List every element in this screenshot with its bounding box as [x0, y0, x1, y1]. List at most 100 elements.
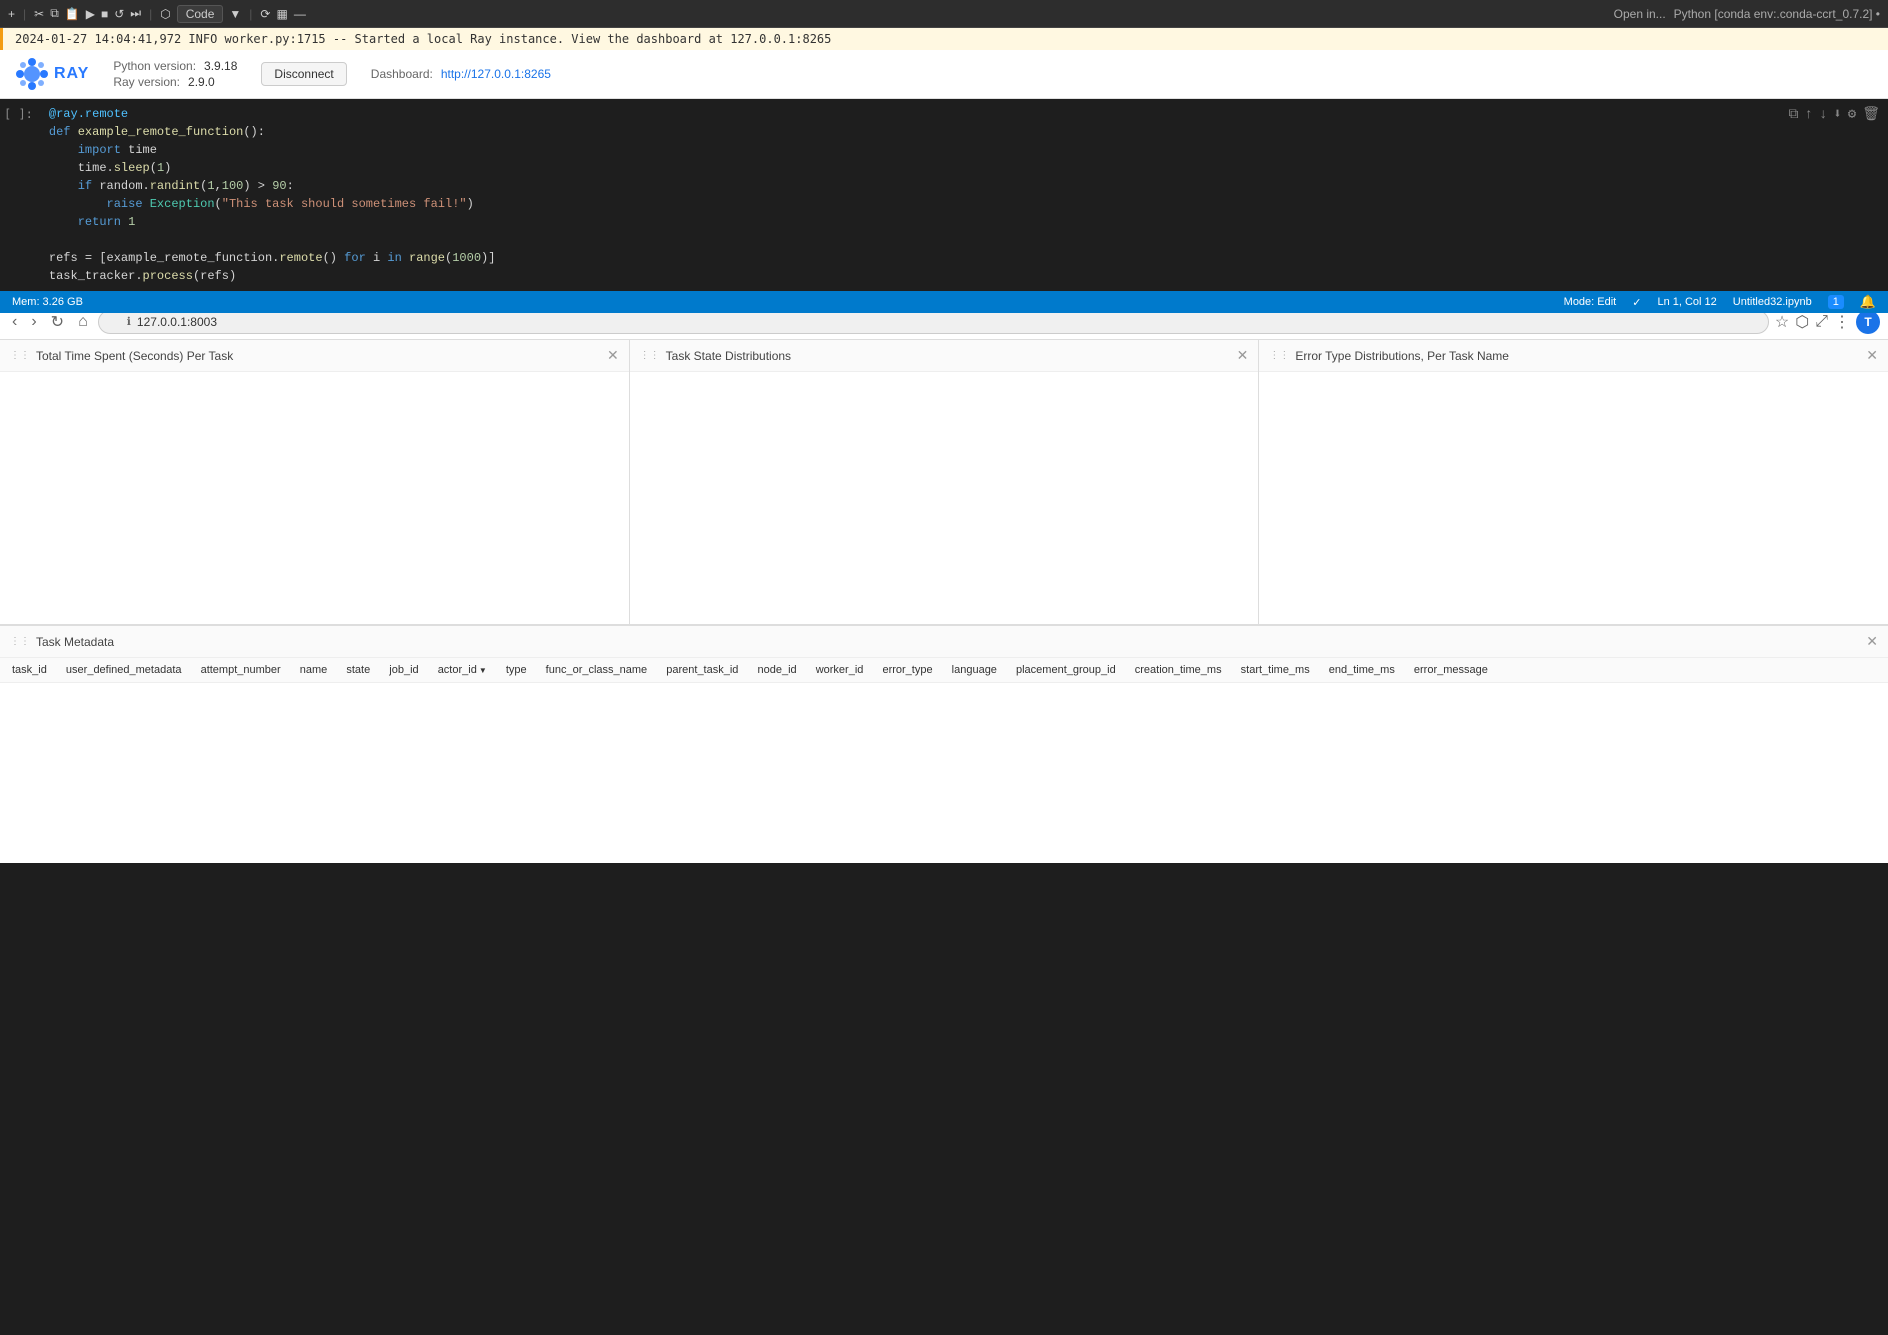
cut-icon[interactable]: ✂ — [34, 7, 44, 21]
fullscreen-icon[interactable]: ⤢ — [1815, 313, 1828, 331]
delete-cell-icon[interactable]: 🗑 — [1862, 105, 1880, 126]
code-line-4: time.sleep(1) — [49, 159, 1880, 177]
col-error-message[interactable]: error_message — [1414, 664, 1488, 676]
refresh2-icon[interactable]: ⟳ — [260, 7, 270, 21]
col-start-time-ms[interactable]: start_time_ms — [1241, 664, 1310, 676]
col-placement-group-id[interactable]: placement_group_id — [1016, 664, 1116, 676]
top-toolbar: + | ✂ ⧉ 📋 ▶ ■ ↺ ⏭ | ⬡ Code ▼ | ⟳ ▦ — Ope… — [0, 0, 1888, 28]
move-down-icon[interactable]: ↓ — [1819, 105, 1827, 126]
url-text: 127.0.0.1:8003 — [137, 315, 217, 329]
refresh-icon[interactable]: ↺ — [114, 7, 124, 21]
metadata-columns: task_id user_defined_metadata attempt_nu… — [0, 658, 1888, 683]
kernel-info: Python [conda env:.conda-ccrt_0.7.2] • — [1674, 7, 1880, 21]
stop-icon[interactable]: ■ — [101, 7, 108, 21]
panel-error-type-title: Error Type Distributions, Per Task Name — [1295, 349, 1866, 363]
bell-icon[interactable]: 🔔 — [1860, 294, 1876, 310]
col-name[interactable]: name — [300, 664, 328, 676]
panel-total-time-body — [0, 372, 629, 624]
code-cell-3: [ ]: ⧉ ↑ ↓ ⬇ ⚙ 🗑 @ray.remote def example… — [0, 99, 1888, 291]
edit-mode: Mode: Edit — [1564, 296, 1617, 308]
col-state[interactable]: state — [346, 664, 370, 676]
ray-logo-text: RAY — [54, 65, 89, 83]
forward-button[interactable]: › — [27, 311, 40, 333]
open-in-label[interactable]: Open in... — [1614, 7, 1666, 21]
col-type[interactable]: type — [506, 664, 527, 676]
col-error-type[interactable]: error_type — [882, 664, 932, 676]
ray-info: Python version: 3.9.18 Ray version: 2.9.… — [113, 59, 237, 89]
extension-icon[interactable]: ⬡ — [1795, 312, 1809, 332]
code-line-2: def example_remote_function(): — [49, 123, 1880, 141]
col-job-id[interactable]: job_id — [389, 664, 418, 676]
panel-error-type: ⋮⋮ Error Type Distributions, Per Task Na… — [1259, 340, 1888, 624]
panel-total-time: ⋮⋮ Total Time Spent (Seconds) Per Task ✕ — [0, 340, 630, 624]
minus-icon[interactable]: — — [294, 7, 306, 21]
kernel-status-icon: ⬡ — [160, 7, 170, 21]
paste-icon[interactable]: 📋 — [65, 7, 80, 21]
metadata-close-button[interactable]: ✕ — [1866, 633, 1878, 650]
cell-count-badge: 1 — [1828, 295, 1844, 309]
col-actor-id[interactable]: actor_id — [438, 664, 487, 676]
panel-error-type-body — [1259, 372, 1888, 624]
copy-icon[interactable]: ⧉ — [50, 6, 59, 21]
code-line-10: task_tracker.process(refs) — [49, 267, 1880, 285]
cell-output-text: 2024-01-27 14:04:41,972 INFO worker.py:1… — [15, 32, 831, 46]
dashboard-content: ⋮⋮ Total Time Spent (Seconds) Per Task ✕… — [0, 340, 1888, 863]
dashboard-label: Dashboard: — [371, 67, 433, 81]
home-button[interactable]: ⌂ — [74, 311, 92, 333]
url-bar[interactable]: ℹ 127.0.0.1:8003 — [98, 310, 1769, 334]
skip-icon[interactable]: ⏭ — [130, 6, 141, 21]
col-parent-task-id[interactable]: parent_task_id — [666, 664, 738, 676]
python-version-label: Python version: — [113, 59, 196, 73]
panel-task-state-title: Task State Distributions — [666, 349, 1237, 363]
code-line-1: @ray.remote — [49, 105, 1880, 123]
ray-logo-icon — [16, 58, 48, 90]
col-worker-id[interactable]: worker_id — [816, 664, 864, 676]
cell-type-select[interactable]: Code — [177, 5, 224, 23]
disconnect-button[interactable]: Disconnect — [261, 62, 346, 86]
code-editor[interactable]: ⧉ ↑ ↓ ⬇ ⚙ 🗑 @ray.remote def example_remo… — [41, 99, 1888, 291]
user-avatar[interactable]: T — [1856, 310, 1880, 334]
code-line-5: if random.randint(1,100) > 90: — [49, 177, 1880, 195]
col-task-id[interactable]: task_id — [12, 664, 47, 676]
reload-button[interactable]: ↻ — [47, 310, 68, 334]
dashboard-url-link[interactable]: http://127.0.0.1:8265 — [441, 67, 551, 81]
metadata-body — [0, 683, 1888, 863]
settings-icon[interactable]: ⚙ — [1848, 105, 1856, 126]
code-line-3: import time — [49, 141, 1880, 159]
panel-total-time-close[interactable]: ✕ — [607, 347, 619, 364]
cell-type-dropdown[interactable]: ▼ — [229, 7, 241, 21]
panel-task-state-header: ⋮⋮ Task State Distributions ✕ — [630, 340, 1259, 372]
code-toolbar: ⧉ ↑ ↓ ⬇ ⚙ 🗑 — [1789, 105, 1880, 126]
col-attempt-number[interactable]: attempt_number — [201, 664, 281, 676]
download-icon[interactable]: ⬇ — [1833, 105, 1841, 126]
dashboard-link-area: Dashboard: http://127.0.0.1:8265 — [371, 67, 551, 81]
ray-version-label: Ray version: — [113, 75, 180, 89]
cell-output-info: 2024-01-27 14:04:41,972 INFO worker.py:1… — [0, 28, 1888, 50]
ray-version-value: 2.9.0 — [188, 75, 215, 89]
col-end-time-ms[interactable]: end_time_ms — [1329, 664, 1395, 676]
col-language[interactable]: language — [952, 664, 997, 676]
bookmark-icon[interactable]: ☆ — [1775, 312, 1789, 332]
cell-number: [ ]: — [0, 99, 41, 291]
add-cell-icon[interactable]: + — [8, 7, 15, 21]
col-creation-time-ms[interactable]: creation_time_ms — [1135, 664, 1222, 676]
ray-widget: RAY Python version: 3.9.18 Ray version: … — [0, 50, 1888, 99]
col-user-defined-metadata[interactable]: user_defined_metadata — [66, 664, 182, 676]
col-node-id[interactable]: node_id — [757, 664, 796, 676]
grid-icon[interactable]: ▦ — [276, 7, 287, 21]
browser-area: ◉ Perspective Ray Dashboard ✕ + ▾ ‹ › ↻ … — [0, 270, 1888, 863]
lock-icon: ℹ — [127, 315, 131, 328]
browser-menu-icon[interactable]: ⋮ — [1834, 312, 1850, 332]
panel-error-type-close[interactable]: ✕ — [1866, 347, 1878, 364]
copy-cell-icon[interactable]: ⧉ — [1789, 105, 1799, 126]
col-func-or-class-name[interactable]: func_or_class_name — [546, 664, 648, 676]
move-up-icon[interactable]: ↑ — [1805, 105, 1813, 126]
run-icon[interactable]: ▶ — [86, 7, 95, 21]
python-version-value: 3.9.18 — [204, 59, 237, 73]
address-bar-right: ☆ ⬡ ⤢ ⋮ T — [1775, 310, 1880, 334]
back-button[interactable]: ‹ — [8, 311, 21, 333]
filename: Untitled32.ipynb — [1733, 296, 1812, 308]
check-icon: ✓ — [1632, 296, 1641, 309]
code-line-7: return 1 — [49, 213, 1880, 231]
panel-task-state-close[interactable]: ✕ — [1237, 347, 1249, 364]
